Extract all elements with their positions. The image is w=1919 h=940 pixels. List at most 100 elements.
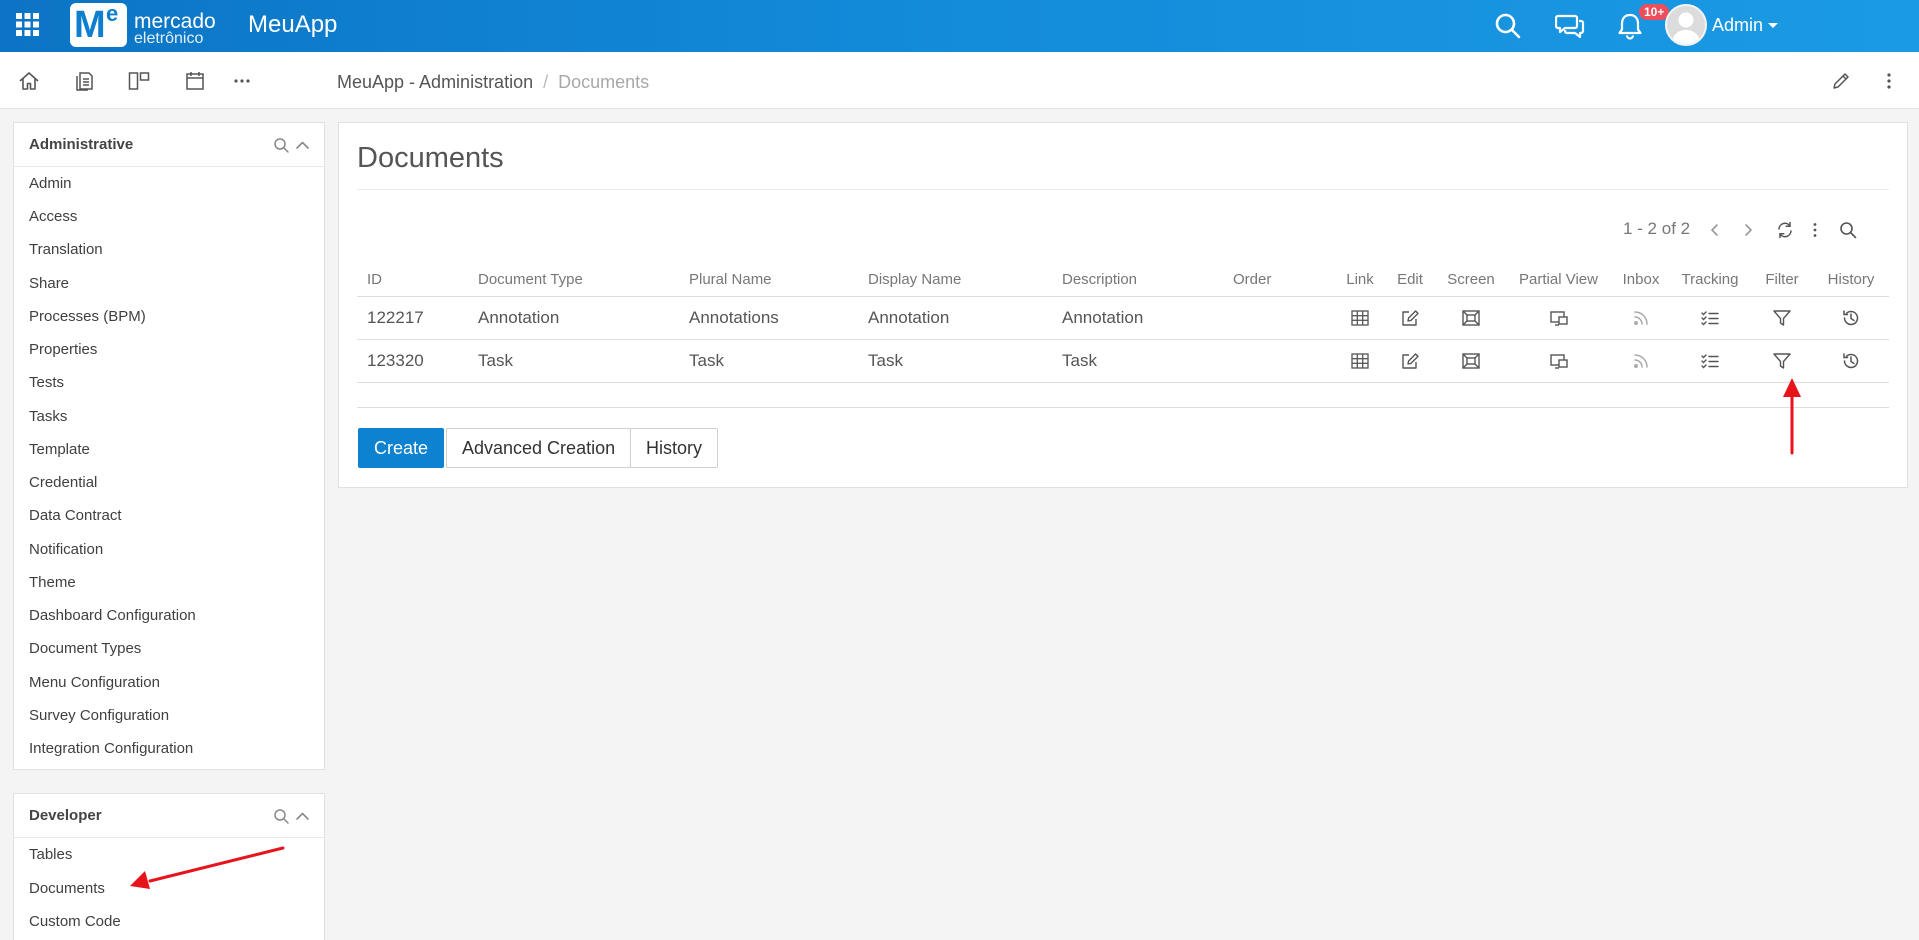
column-header-tracking: Tracking xyxy=(1669,263,1751,297)
edit-pencil-icon[interactable] xyxy=(1830,70,1852,92)
sidebar-item-document-types[interactable]: Document Types xyxy=(29,640,141,658)
filter-icon[interactable] xyxy=(1772,351,1792,371)
history-icon[interactable] xyxy=(1841,308,1861,328)
column-header-plural-name[interactable]: Plural Name xyxy=(679,263,858,297)
sidebar-item-notification[interactable]: Notification xyxy=(29,541,103,559)
create-button[interactable]: Create xyxy=(358,428,445,468)
breadcrumb: MeuApp - Administration / Documents xyxy=(337,71,649,93)
checklist-icon[interactable] xyxy=(1700,308,1720,328)
sidebar-item-processes-bpm[interactable]: Processes (BPM) xyxy=(29,308,146,326)
sidebar-item-documents[interactable]: Documents xyxy=(29,880,105,898)
notification-badge: 10+ xyxy=(1639,4,1670,20)
home-icon[interactable] xyxy=(18,70,40,92)
chevron-up-icon[interactable] xyxy=(294,808,311,825)
table-row[interactable]: 122217 Annotation Annotations Annotation… xyxy=(357,296,1889,340)
sidebar-item-translation[interactable]: Translation xyxy=(29,241,103,259)
column-header-document-type[interactable]: Document Type xyxy=(468,263,679,297)
edit-icon[interactable] xyxy=(1400,351,1420,371)
table-grid-icon[interactable] xyxy=(1350,308,1370,328)
search-icon[interactable] xyxy=(273,808,290,825)
top-navbar: M e mercado eletrônico MeuApp 10+ Admin xyxy=(0,0,1919,52)
panel-title: Administrative xyxy=(29,136,134,153)
column-header-description[interactable]: Description xyxy=(1052,263,1223,297)
more-icon[interactable] xyxy=(231,70,253,92)
sidebar-item-data-contract[interactable]: Data Contract xyxy=(29,507,122,525)
cell-plural-name: Annotations xyxy=(679,296,858,340)
history-button[interactable]: History xyxy=(630,428,719,468)
breadcrumb-separator: / xyxy=(543,72,549,92)
column-header-edit: Edit xyxy=(1382,263,1438,297)
chevron-right-icon[interactable] xyxy=(1738,220,1758,240)
documents-icon[interactable] xyxy=(73,70,95,92)
table-row[interactable]: 123320 Task Task Task Task xyxy=(357,339,1889,383)
screen-icon[interactable] xyxy=(1461,308,1481,328)
column-header-id[interactable]: ID xyxy=(357,263,468,297)
sidebar-item-dashboard-configuration[interactable]: Dashboard Configuration xyxy=(29,607,196,625)
sidebar-item-properties[interactable]: Properties xyxy=(29,341,97,359)
cell-display-name: Annotation xyxy=(858,296,1052,340)
column-header-display-name[interactable]: Display Name xyxy=(858,263,1052,297)
table-grid-icon[interactable] xyxy=(1350,351,1370,371)
sidebar-item-admin[interactable]: Admin xyxy=(29,175,72,193)
search-icon[interactable] xyxy=(273,137,290,154)
history-icon[interactable] xyxy=(1841,351,1861,371)
calendar-icon[interactable] xyxy=(184,70,206,92)
rss-feed-icon[interactable] xyxy=(1631,351,1651,371)
page-title: Documents xyxy=(357,142,504,174)
chevron-up-icon[interactable] xyxy=(294,137,311,154)
rss-feed-icon[interactable] xyxy=(1631,308,1651,328)
kebab-menu-icon[interactable] xyxy=(1805,220,1825,240)
table-header-row: ID Document Type Plural Name Display Nam… xyxy=(357,263,1889,297)
column-header-order[interactable]: Order xyxy=(1223,263,1338,297)
sidebar-item-access[interactable]: Access xyxy=(29,208,77,226)
filter-icon[interactable] xyxy=(1772,308,1792,328)
sidebar-item-template[interactable]: Template xyxy=(29,441,90,459)
screen-icon[interactable] xyxy=(1461,351,1481,371)
sidebar-item-tasks[interactable]: Tasks xyxy=(29,408,67,426)
sidebar-panel-developer: Developer Tables Documents Custom Code xyxy=(13,793,325,940)
edit-icon[interactable] xyxy=(1400,308,1420,328)
cell-document-type: Task xyxy=(468,339,679,383)
breadcrumb-parent[interactable]: MeuApp - Administration xyxy=(337,72,533,92)
search-icon[interactable] xyxy=(1838,220,1858,240)
apps-grid-icon[interactable] xyxy=(15,12,40,37)
sidebar-item-integration-configuration[interactable]: Integration Configuration xyxy=(29,740,193,758)
layout-icon[interactable] xyxy=(128,70,150,92)
column-header-history: History xyxy=(1813,263,1889,297)
search-icon[interactable] xyxy=(1494,12,1522,40)
cell-order xyxy=(1223,296,1338,340)
chevron-left-icon[interactable] xyxy=(1705,220,1725,240)
avatar[interactable] xyxy=(1665,4,1707,46)
sidebar-item-menu-configuration[interactable]: Menu Configuration xyxy=(29,674,160,692)
documents-card: Documents 1 - 2 of 2 ID Document Type Pl… xyxy=(338,122,1908,488)
column-header-inbox: Inbox xyxy=(1613,263,1669,297)
cell-plural-name: Task xyxy=(679,339,858,383)
pagination-info: 1 - 2 of 2 xyxy=(1623,219,1691,238)
chat-icon[interactable] xyxy=(1555,12,1585,40)
app-name: MeuApp xyxy=(248,11,338,38)
mercado-eletronico-logo[interactable]: M e mercado eletrônico xyxy=(70,1,222,47)
secondary-toolbar: MeuApp - Administration / Documents xyxy=(0,52,1919,109)
logo-text-line2: eletrônico xyxy=(134,30,204,47)
checklist-icon[interactable] xyxy=(1700,351,1720,371)
cell-document-type: Annotation xyxy=(468,296,679,340)
sidebar-item-share[interactable]: Share xyxy=(29,275,69,293)
table-spacer-row xyxy=(357,382,1889,408)
advanced-creation-button[interactable]: Advanced Creation xyxy=(446,428,632,468)
chevron-down-icon[interactable] xyxy=(1768,23,1778,28)
sidebar-item-theme[interactable]: Theme xyxy=(29,574,76,592)
kebab-menu-icon[interactable] xyxy=(1878,70,1900,92)
sidebar-item-tests[interactable]: Tests xyxy=(29,374,64,392)
user-menu[interactable]: Admin xyxy=(1712,15,1763,35)
partial-view-icon[interactable] xyxy=(1549,351,1569,371)
partial-view-icon[interactable] xyxy=(1549,308,1569,328)
sidebar-item-credential[interactable]: Credential xyxy=(29,474,97,492)
cell-id: 123320 xyxy=(357,339,468,383)
divider xyxy=(357,189,1889,190)
sidebar-item-survey-configuration[interactable]: Survey Configuration xyxy=(29,707,169,725)
refresh-icon[interactable] xyxy=(1775,220,1795,240)
sidebar-item-tables[interactable]: Tables xyxy=(29,846,72,864)
cell-description: Annotation xyxy=(1052,296,1223,340)
logo-superscript: e xyxy=(106,1,119,26)
sidebar-item-custom-code[interactable]: Custom Code xyxy=(29,913,121,931)
